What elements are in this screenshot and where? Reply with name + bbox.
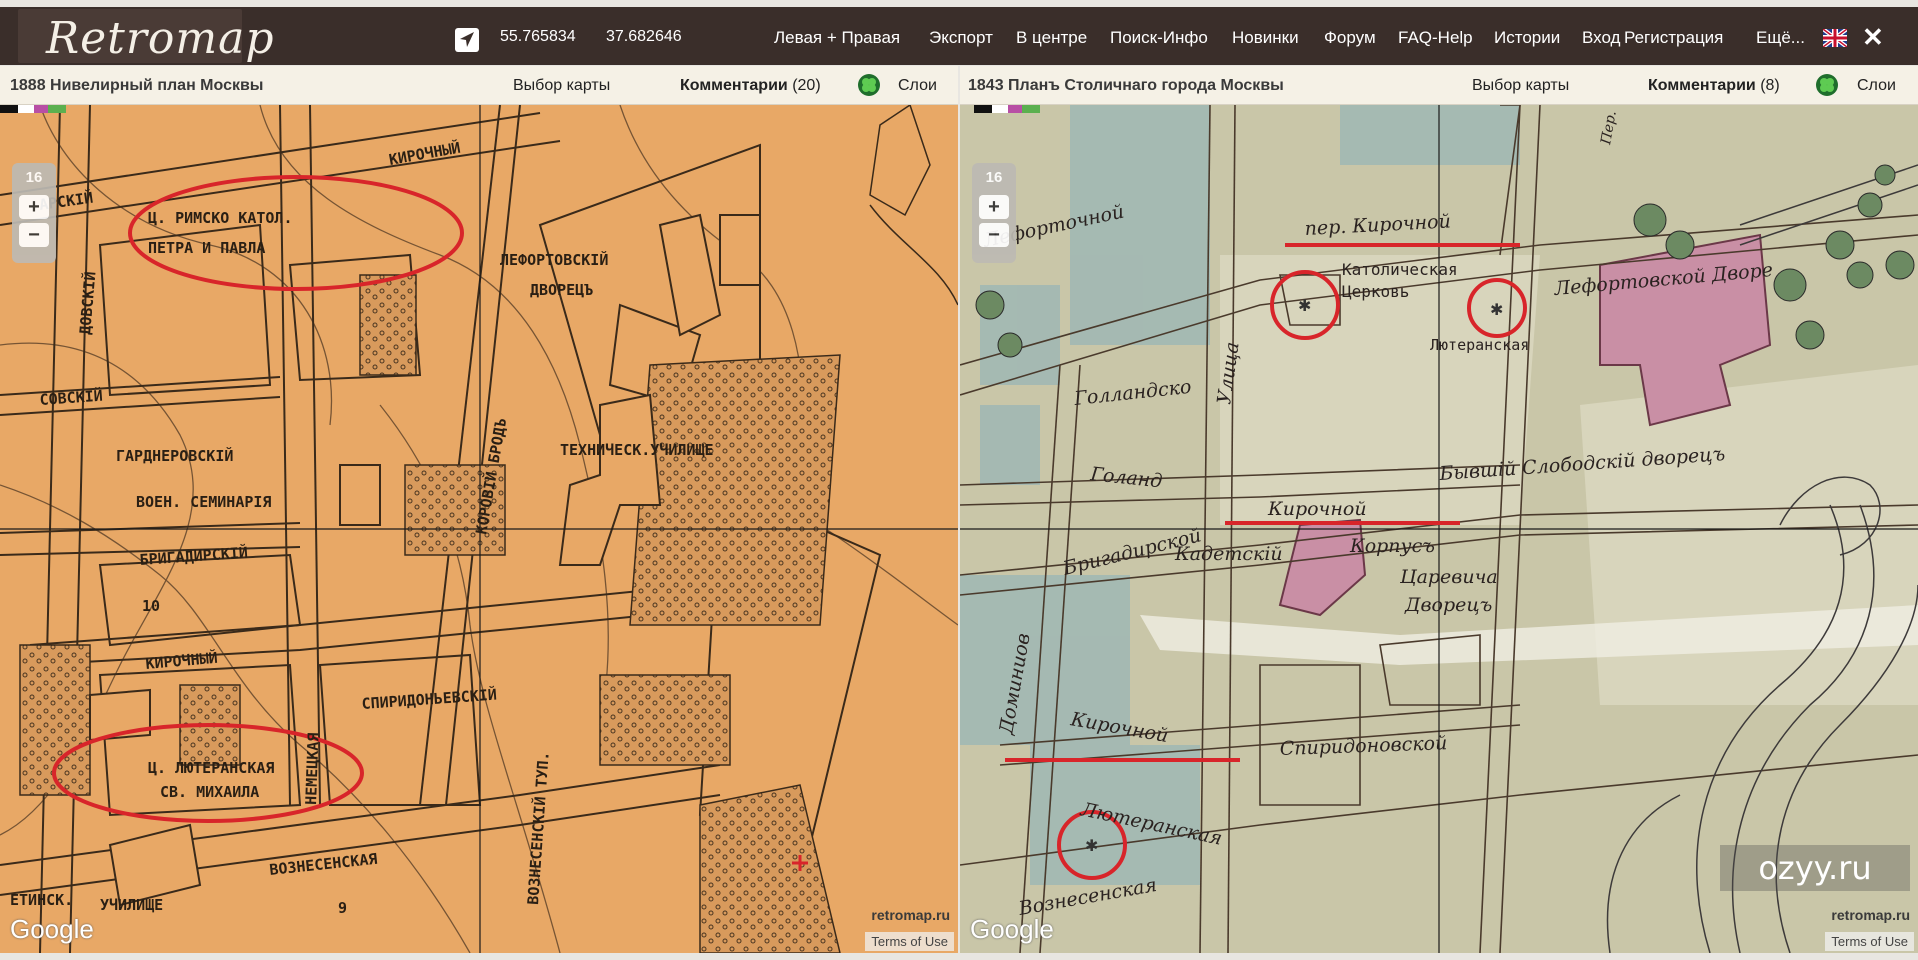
map-label: Корпусъ (1349, 535, 1435, 557)
map-label: УЧИЛИЩЕ (100, 896, 163, 914)
zoom-level: 16 (985, 169, 1003, 186)
map-label: Голландско (1072, 376, 1192, 410)
map-label: ПЕТРА И ПАВЛА (148, 239, 265, 257)
map-label: Голанд (1088, 463, 1163, 493)
menu-faq-help[interactable]: FAQ-Help (1398, 28, 1473, 48)
map-label: ДОВСКІЙ (75, 271, 99, 336)
map-label: ВОЗНЕСЕНСКІЙ ТУП. (523, 751, 553, 905)
map-label: СОВСКІЙ (39, 386, 103, 409)
clover-layers-icon[interactable] (858, 74, 880, 96)
scale-bar (0, 105, 66, 113)
right-comments-count: (8) (1760, 77, 1780, 94)
menu-stories[interactable]: Истории (1494, 28, 1560, 48)
logo-text: Retromap (46, 13, 275, 64)
longitude-readout: 37.682646 (606, 28, 682, 45)
zoom-in-button[interactable]: + (979, 195, 1009, 219)
map-label: Дворецъ (1404, 594, 1492, 616)
left-comments-label: Комментарии (680, 77, 788, 94)
map-label: Ц. ЛЮТЕРАНСКАЯ (148, 759, 274, 777)
map-label: Ц. РИМСКО КАТОЛ. (148, 209, 293, 227)
right-panel-toolbar: 1843 Планъ Столичнаго города Москвы Выбо… (960, 66, 1918, 105)
map-label: ГАРДНЕРОВСКІЙ (116, 446, 233, 465)
close-icon[interactable]: ✕ (1862, 22, 1884, 53)
menu-export[interactable]: Экспорт (929, 28, 993, 48)
right-choose-map-button[interactable]: Выбор карты (1472, 77, 1569, 95)
zoom-control: 16 + − (972, 163, 1016, 263)
retromap-credit: retromap.ru (871, 907, 950, 923)
right-comments-label: Комментарии (1648, 77, 1756, 94)
zoom-level: 16 (25, 169, 43, 186)
left-comments-count: (20) (792, 77, 821, 94)
menu-register[interactable]: Регистрация (1624, 28, 1723, 48)
map-label: СПИРИДОНЬЕВСКІЙ (361, 685, 497, 713)
map-label: Спиридоновской (1279, 732, 1447, 760)
terms-of-use-link[interactable]: Terms of Use (1825, 932, 1914, 951)
left-layers-button[interactable]: Слои (898, 77, 937, 95)
left-map-canvas[interactable]: КИРОЧНЫЙ Ц. РИМСКО КАТОЛ. ПЕТРА И ПАВЛА … (0, 105, 958, 953)
menu-search-info[interactable]: Поиск-Инфо (1110, 28, 1208, 48)
map-label: СВ. МИХАИЛА (160, 783, 259, 801)
menu-more[interactable]: Ещё... (1756, 28, 1805, 48)
terms-of-use-link[interactable]: Terms of Use (865, 932, 954, 951)
church-symbol: ✱ (1298, 298, 1311, 315)
left-map-drawing: КИРОЧНЫЙ Ц. РИМСКО КАТОЛ. ПЕТРА И ПАВЛА … (0, 105, 958, 953)
church-symbol: ✱ (1085, 838, 1098, 855)
google-logo: Google (10, 914, 94, 944)
clover-layers-icon[interactable] (1816, 74, 1838, 96)
map-label: ВОЗНЕСЕНСКАЯ (269, 850, 379, 879)
map-label: пер. Кирочной (1304, 210, 1451, 240)
annotation-circle (128, 175, 464, 291)
menu-login[interactable]: Вход (1582, 28, 1620, 48)
map-label: 9 (338, 899, 347, 917)
map-label: Царевича (1399, 566, 1498, 588)
right-map-title: 1843 Планъ Столичнаго города Москвы (968, 77, 1284, 94)
menu-left-right[interactable]: Левая + Правая (774, 28, 900, 48)
right-map-canvas[interactable]: ✱ ✱ ✱ пер. Кирочной Католическая Церковь Л… (960, 105, 1918, 953)
zoom-out-button[interactable]: − (979, 223, 1009, 247)
left-panel-toolbar: 1888 Нивелирный план Москвы Выбор карты … (0, 66, 958, 105)
right-map-drawing: ✱ ✱ ✱ пер. Кирочной Католическая Церковь Л… (960, 105, 1918, 953)
map-label: БРИГАДИРСКІЙ (139, 542, 248, 569)
map-label: ЛЕФОРТОВСКІЙ (500, 250, 608, 269)
map-label: ВОЕН. СЕМИНАРІЯ (136, 493, 271, 511)
left-map-title: 1888 Нивелирный план Москвы (10, 77, 264, 94)
latitude-readout: 55.765834 (500, 28, 576, 45)
map-label: Пер. (1598, 110, 1620, 147)
menu-new[interactable]: Новинки (1232, 28, 1299, 48)
map-label: НЕМЕЦКАЯ (302, 732, 323, 805)
google-logo: Google (970, 914, 1054, 944)
top-navigation-bar: Retromap 55.765834 37.682646 Левая + Пра… (0, 7, 1918, 65)
map-label: ДВОРЕЦЪ (530, 281, 593, 299)
menu-center[interactable]: В центре (1016, 28, 1087, 48)
menu-forum[interactable]: Форум (1324, 28, 1376, 48)
left-choose-map-button[interactable]: Выбор карты (513, 77, 610, 95)
uk-flag-icon[interactable] (1823, 29, 1847, 47)
map-label: Лютеранская (1430, 336, 1529, 354)
watermark: ozyy.ru (1720, 845, 1910, 891)
zoom-in-button[interactable]: + (19, 195, 49, 219)
right-comments-button[interactable]: Комментарии (8) (1648, 77, 1780, 95)
retromap-logo[interactable]: Retromap (18, 9, 274, 64)
map-label: 10 (142, 597, 160, 615)
map-label: Церковь (1342, 282, 1409, 301)
left-comments-button[interactable]: Комментарии (20) (680, 77, 821, 95)
map-label: КИРОЧНЫЙ (387, 138, 461, 169)
map-label: ЕТИНСК. (10, 891, 73, 909)
zoom-control: 16 + − (12, 163, 56, 263)
navigation-arrow-icon[interactable] (455, 28, 479, 52)
right-layers-button[interactable]: Слои (1857, 77, 1896, 95)
zoom-out-button[interactable]: − (19, 223, 49, 247)
scale-bar (974, 105, 1040, 113)
map-label: ТЕХНИЧЕСК.УЧИЛИЩЕ (560, 441, 714, 459)
map-label: Католическая (1342, 260, 1458, 279)
map-label: Кирочной (1267, 498, 1367, 520)
church-symbol: ✱ (1490, 302, 1503, 319)
retromap-credit: retromap.ru (1831, 907, 1910, 923)
